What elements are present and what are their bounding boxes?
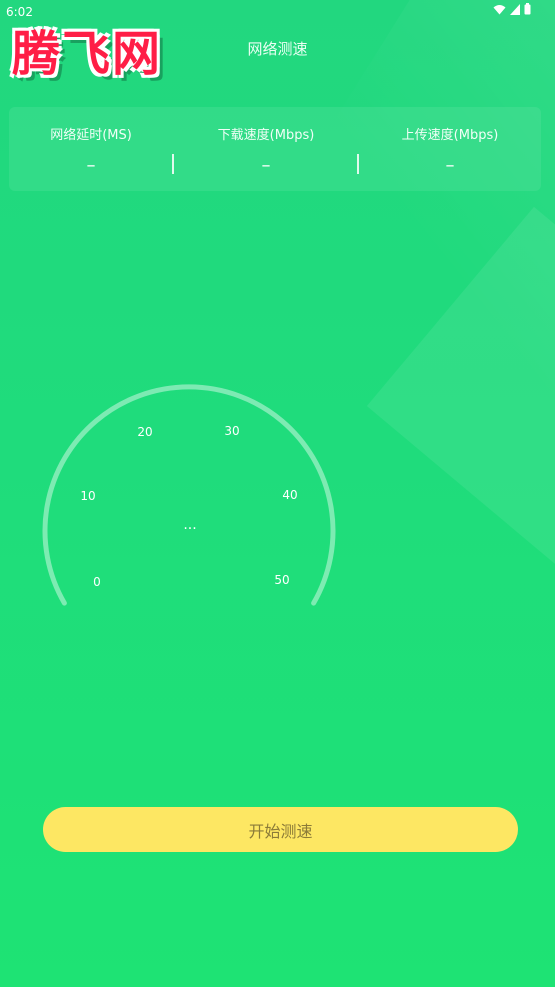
gauge-tick-label: 20 bbox=[137, 425, 152, 439]
page-title: 网络测速 bbox=[247, 40, 308, 58]
stat-download-label: 下载速度(Mbps) bbox=[217, 128, 315, 143]
stat-upload: 上传速度(Mbps) – bbox=[370, 107, 530, 191]
stat-upload-value: – bbox=[445, 155, 455, 176]
gauge-tick-label: 40 bbox=[282, 488, 297, 502]
stat-latency: 网络延时(MS) – bbox=[11, 107, 171, 191]
wifi-icon bbox=[493, 4, 506, 14]
stat-divider bbox=[172, 154, 174, 174]
gauge-tick-label: 10 bbox=[80, 489, 95, 503]
stat-upload-label: 上传速度(Mbps) bbox=[401, 128, 499, 143]
gauge-tick-label: 30 bbox=[224, 424, 239, 438]
gauge-center-indicator: ··· bbox=[183, 521, 196, 537]
stats-panel: 网络延时(MS) – 下载速度(Mbps) – 上传速度(Mbps) – bbox=[9, 107, 541, 191]
speed-gauge: 0 10 20 30 40 50 ··· bbox=[42, 384, 336, 606]
stat-download-value: – bbox=[261, 155, 271, 176]
gauge-tick-label: 50 bbox=[274, 573, 289, 587]
stat-latency-value: – bbox=[86, 155, 96, 176]
gauge-tick-label: 0 bbox=[93, 575, 101, 589]
stat-divider bbox=[357, 154, 359, 174]
background-glare-2 bbox=[366, 206, 555, 574]
stat-download: 下载速度(Mbps) – bbox=[186, 107, 346, 191]
system-icons bbox=[493, 3, 531, 15]
stat-latency-label: 网络延时(MS) bbox=[50, 128, 132, 143]
signal-icon bbox=[510, 3, 520, 15]
start-test-button[interactable]: 开始测速 bbox=[43, 807, 518, 852]
battery-icon bbox=[524, 3, 531, 15]
